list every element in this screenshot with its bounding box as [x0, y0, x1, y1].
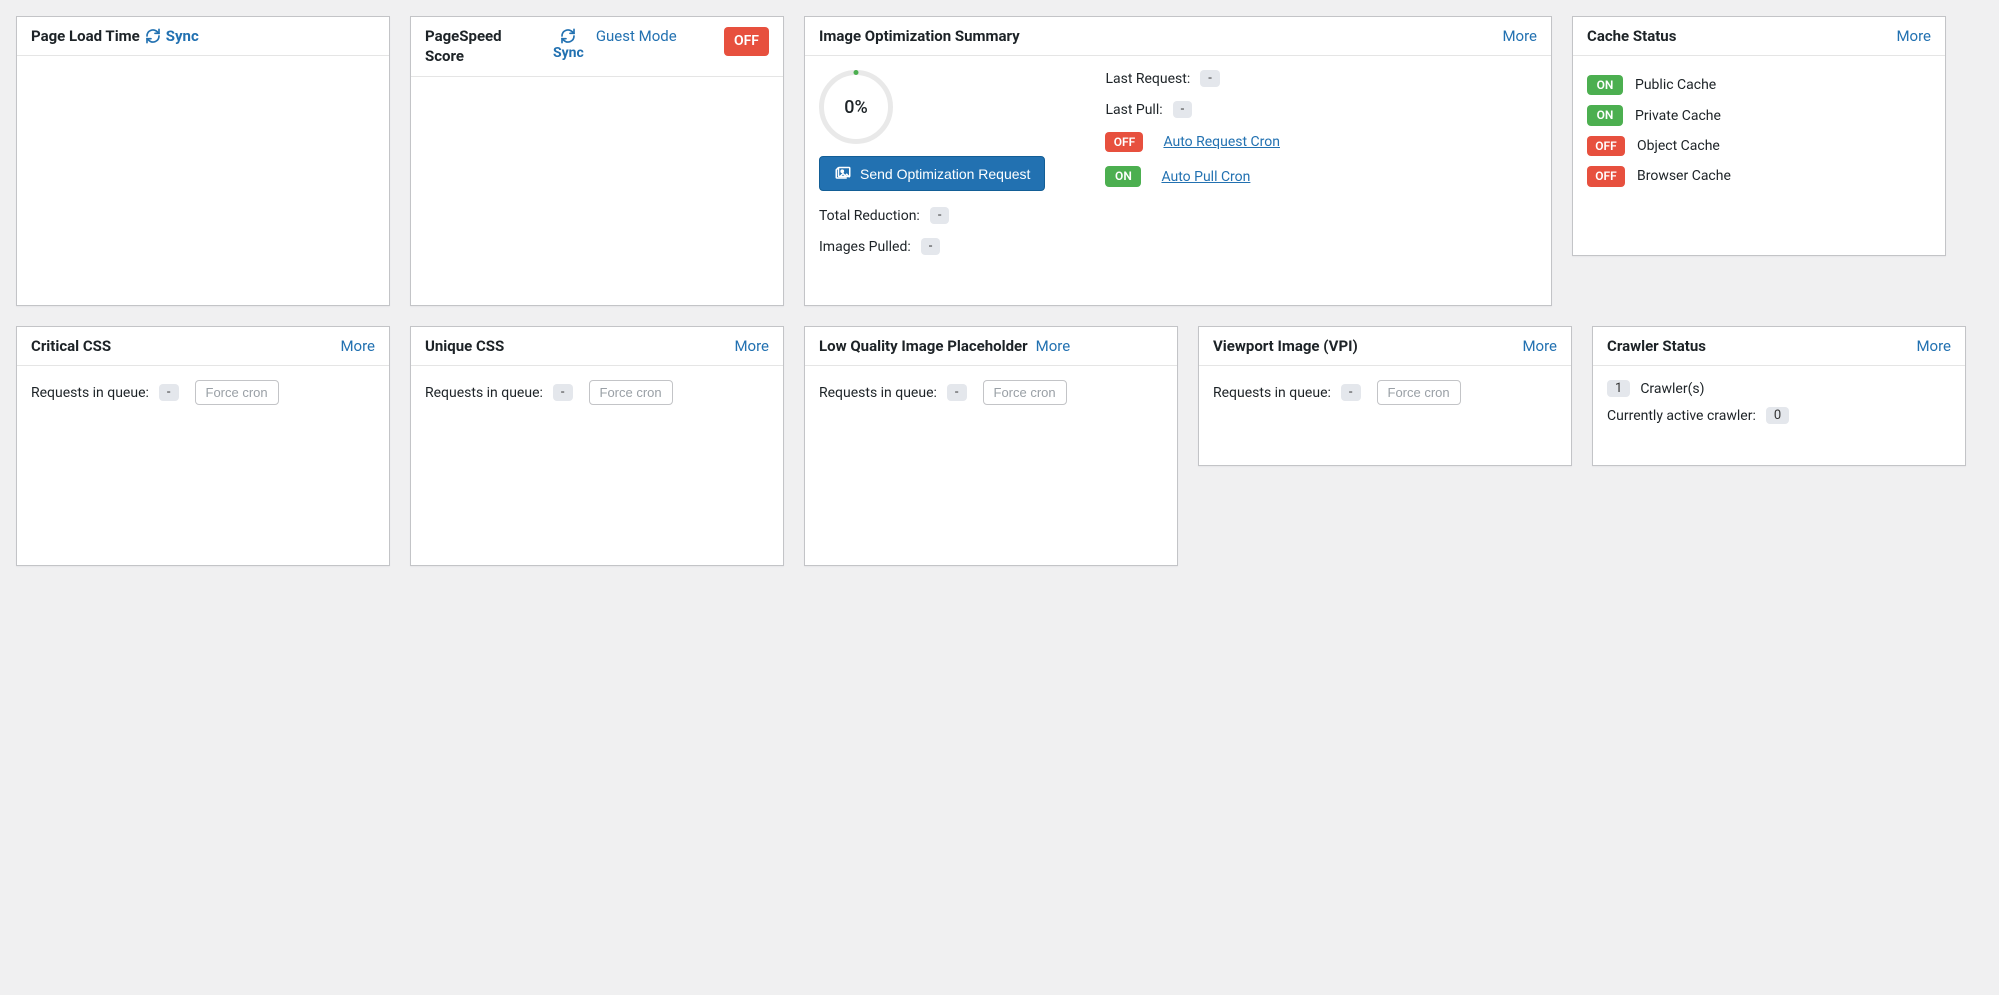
pagespeed-sync-text: Sync — [553, 45, 584, 63]
auto-pull-cron-badge: ON — [1105, 166, 1141, 186]
unique-css-card: Unique CSS More Requests in queue: - For… — [410, 326, 784, 566]
status-badge: ON — [1587, 75, 1623, 95]
vpi-title: Viewport Image (VPI) — [1213, 337, 1358, 355]
pagespeed-status-badge: OFF — [724, 27, 769, 56]
lqip-title: Low Quality Image Placeholder — [819, 337, 1028, 355]
total-reduction-label: Total Reduction: — [819, 208, 920, 224]
force-cron-button[interactable]: Force cron — [589, 380, 673, 405]
queue-value: - — [159, 384, 179, 401]
cache-status-card: Cache Status More ON Public Cache ON Pri… — [1572, 16, 1946, 256]
page-load-time-title: Page Load Time — [31, 27, 140, 45]
cache-item-private: ON Private Cache — [1587, 100, 1931, 130]
optimization-gauge: 0% — [819, 70, 893, 144]
last-request-label: Last Request: — [1105, 71, 1190, 87]
unique-css-title: Unique CSS — [425, 337, 504, 355]
status-badge: ON — [1587, 105, 1623, 125]
total-reduction-value: - — [930, 207, 950, 224]
last-request-value: - — [1200, 70, 1220, 87]
image-optimization-more-link[interactable]: More — [1502, 27, 1537, 45]
crawler-status-title: Crawler Status — [1607, 337, 1706, 355]
lqip-card: Low Quality Image Placeholder More Reque… — [804, 326, 1178, 566]
queue-label: Requests in queue: — [819, 385, 937, 401]
force-cron-button[interactable]: Force cron — [1377, 380, 1461, 405]
active-crawler-label: Currently active crawler: — [1607, 408, 1756, 424]
last-pull-value: - — [1173, 101, 1193, 118]
lqip-more-link[interactable]: More — [1036, 337, 1071, 355]
last-pull-label: Last Pull: — [1105, 102, 1162, 118]
send-opt-label: Send Optimization Request — [860, 166, 1030, 182]
critical-css-title: Critical CSS — [31, 337, 111, 355]
cache-item-browser: OFF Browser Cache — [1587, 161, 1931, 191]
queue-value: - — [947, 384, 967, 401]
active-crawler-value: 0 — [1766, 407, 1789, 424]
vpi-more-link[interactable]: More — [1522, 337, 1557, 355]
images-pulled-value: - — [921, 238, 941, 255]
queue-label: Requests in queue: — [1213, 385, 1331, 401]
cache-status-title: Cache Status — [1587, 27, 1676, 45]
guest-mode-link[interactable]: Guest Mode — [596, 27, 677, 46]
pagespeed-title: PageSpeed Score — [425, 27, 535, 66]
vpi-card: Viewport Image (VPI) More Requests in qu… — [1198, 326, 1572, 466]
queue-value: - — [1341, 384, 1361, 401]
gauge-value: 0% — [844, 97, 867, 118]
critical-css-more-link[interactable]: More — [340, 337, 375, 355]
crawler-status-more-link[interactable]: More — [1916, 337, 1951, 355]
critical-css-card: Critical CSS More Requests in queue: - F… — [16, 326, 390, 566]
force-cron-button[interactable]: Force cron — [195, 380, 279, 405]
sync-icon — [559, 27, 577, 45]
sync-link[interactable]: Sync — [166, 27, 199, 45]
cache-status-more-link[interactable]: More — [1896, 27, 1931, 45]
cache-label: Browser Cache — [1637, 168, 1731, 184]
queue-value: - — [553, 384, 573, 401]
pagespeed-sync-link[interactable]: Sync — [553, 27, 584, 63]
sync-icon[interactable] — [144, 27, 162, 45]
crawler-status-card: Crawler Status More 1 Crawler(s) Current… — [1592, 326, 1966, 466]
cache-item-public: ON Public Cache — [1587, 70, 1931, 100]
images-pulled-label: Images Pulled: — [819, 239, 911, 255]
status-badge: OFF — [1587, 166, 1625, 186]
auto-request-cron-link[interactable]: Auto Request Cron — [1163, 134, 1280, 150]
images-icon — [834, 163, 852, 184]
queue-label: Requests in queue: — [425, 385, 543, 401]
cache-label: Private Cache — [1635, 108, 1721, 124]
auto-request-cron-badge: OFF — [1105, 132, 1143, 152]
cache-item-object: OFF Object Cache — [1587, 131, 1931, 161]
queue-label: Requests in queue: — [31, 385, 149, 401]
crawler-count-value: 1 — [1607, 380, 1630, 397]
unique-css-more-link[interactable]: More — [734, 337, 769, 355]
cache-label: Object Cache — [1637, 138, 1720, 154]
pagespeed-card: PageSpeed Score Sync Guest Mode OFF — [410, 16, 784, 306]
force-cron-button[interactable]: Force cron — [983, 380, 1067, 405]
image-optimization-card: Image Optimization Summary More 0% Send … — [804, 16, 1552, 306]
cache-label: Public Cache — [1635, 77, 1716, 93]
image-optimization-title: Image Optimization Summary — [819, 27, 1020, 45]
page-load-time-card: Page Load Time Sync — [16, 16, 390, 306]
crawler-count-label: Crawler(s) — [1640, 381, 1704, 397]
auto-pull-cron-link[interactable]: Auto Pull Cron — [1161, 169, 1250, 185]
send-optimization-request-button[interactable]: Send Optimization Request — [819, 156, 1045, 191]
status-badge: OFF — [1587, 136, 1625, 156]
